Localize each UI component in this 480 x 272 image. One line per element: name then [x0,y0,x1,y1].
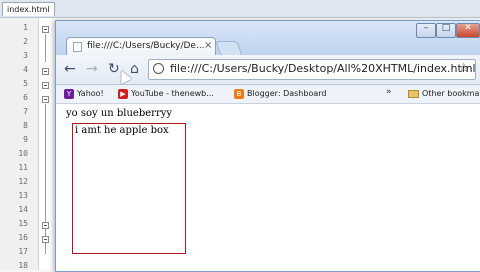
fold-guide [45,104,46,254]
page-content: yo soy un blueberryy i amt he apple box [56,104,480,271]
line-number: 12 [18,177,28,186]
fold-toggle[interactable] [42,222,49,229]
close-icon: ✕ [464,23,472,33]
line-number: 1 [23,23,28,32]
apple-box-text: i amt he apple box [75,125,169,136]
line-number: 18 [18,261,28,270]
bookmark-yahoo[interactable]: Y Yahoo! [64,87,104,101]
maximize-icon: □ [441,23,451,33]
editor-tab-index[interactable]: index.html [2,2,55,16]
minimize-icon: – [423,23,429,33]
fold-toggle[interactable] [42,68,49,75]
page-favicon-icon [73,42,82,52]
tab-close-icon[interactable]: × [204,40,212,51]
youtube-icon: ▶ [118,88,128,99]
address-url[interactable]: file:///C:/Users/Bucky/Desktop/All%20XHT… [170,62,476,75]
maximize-button[interactable]: □ [436,23,456,38]
other-bookmarks-button[interactable]: Other bookmarks [408,87,480,101]
line-number: 5 [23,79,28,88]
home-icon[interactable]: ⌂ [130,61,139,77]
line-number-gutter: 1 2 3 4 5 6 7 8 9 10 11 12 13 14 15 16 1… [0,18,39,270]
editor-tab-bar: index.html [0,0,480,18]
browser-title-bar: file:///C:/Users/Bucky/De... × – □ ✕ [56,21,480,56]
bookmarks-bar: Y Yahoo! ▶ YouTube - thenewb... B Blogger: … [56,85,480,104]
bookmarks-overflow-chevron[interactable]: » [386,87,392,97]
line-number: 13 [18,191,28,200]
fold-toggle[interactable] [42,26,49,33]
close-window-button[interactable]: ✕ [456,23,480,38]
bookmark-youtube[interactable]: ▶ YouTube - thenewb... [118,87,214,101]
bookmark-label: Blogger: Dashboard [247,89,327,98]
forward-arrow-icon[interactable]: → [86,61,98,77]
yahoo-icon: Y [64,88,74,99]
bookmark-star-icon[interactable]: ☆ [458,61,470,76]
line-number: 4 [23,65,28,74]
folder-icon [408,89,419,98]
line-number: 3 [23,51,28,60]
line-number: 14 [18,205,28,214]
fold-toggle[interactable] [42,96,49,103]
bookmark-blogger[interactable]: B Blogger: Dashboard [234,87,326,101]
line-number: 16 [18,233,28,242]
line-number: 2 [23,37,28,46]
line-number: 9 [23,135,28,144]
blueberry-text: yo soy un blueberryy [66,108,173,119]
other-bookmarks-label: Other bookmarks [422,89,480,98]
fold-toggle[interactable] [42,236,49,243]
line-number: 17 [18,247,28,256]
line-number: 7 [23,107,28,116]
line-number: 10 [18,149,28,158]
back-arrow-icon[interactable]: ← [64,61,76,77]
line-number: 15 [18,219,28,228]
browser-tab[interactable]: file:///C:/Users/Bucky/De... × [66,37,216,56]
fold-guide [45,34,46,62]
bookmark-label: Yahoo! [77,89,104,98]
apple-box: i amt he apple box [72,123,186,254]
line-number: 8 [23,121,28,130]
page-info-icon[interactable] [153,63,164,74]
address-bar[interactable]: file:///C:/Users/Bucky/Desktop/All%20XHT… [148,59,476,80]
line-number: 6 [23,93,28,102]
new-tab-button[interactable] [215,41,243,56]
fold-toggle[interactable] [42,82,49,89]
minimize-button[interactable]: – [416,23,436,38]
browser-window: file:///C:/Users/Bucky/De... × – □ ✕ ← →… [55,20,480,272]
bookmark-label: YouTube - thenewb... [131,89,214,98]
line-number: 11 [18,163,28,172]
tab-title: file:///C:/Users/Bucky/De... [87,41,205,51]
blogger-icon: B [234,88,244,99]
